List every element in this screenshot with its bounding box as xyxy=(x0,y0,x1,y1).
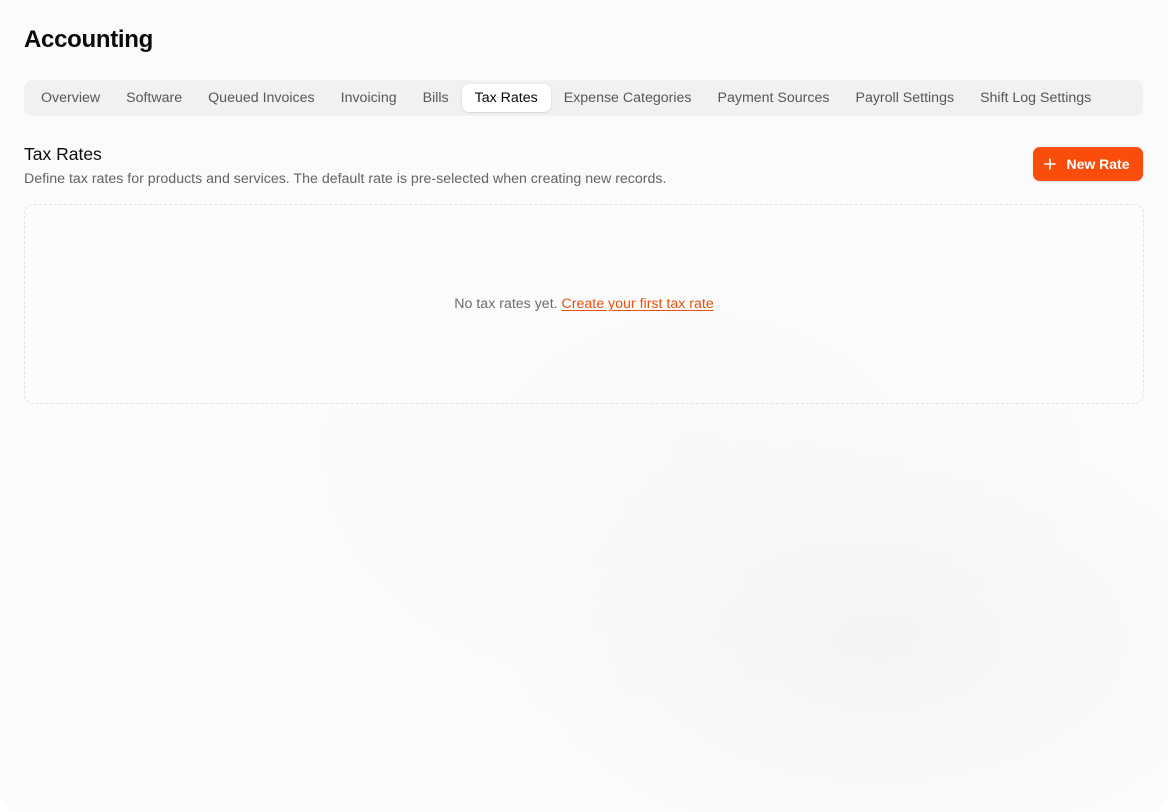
tab-payment-sources[interactable]: Payment Sources xyxy=(705,84,843,112)
tab-expense-categories[interactable]: Expense Categories xyxy=(551,84,705,112)
tab-bar: Overview Software Queued Invoices Invoic… xyxy=(24,80,1143,116)
tab-queued-invoices[interactable]: Queued Invoices xyxy=(195,84,327,112)
plus-icon xyxy=(1044,158,1057,170)
tab-overview[interactable]: Overview xyxy=(28,84,113,112)
tab-software[interactable]: Software xyxy=(113,84,195,112)
tab-bills[interactable]: Bills xyxy=(410,84,462,112)
new-rate-label: New Rate xyxy=(1066,156,1130,172)
tab-shift-log-settings[interactable]: Shift Log Settings xyxy=(967,84,1104,112)
empty-state-text: No tax rates yet. xyxy=(454,296,558,312)
empty-state-message: No tax rates yet. Create your first tax … xyxy=(454,296,713,312)
new-rate-button[interactable]: New Rate xyxy=(1033,147,1143,181)
page-title: Accounting xyxy=(24,26,153,53)
empty-state-card: No tax rates yet. Create your first tax … xyxy=(24,204,1144,404)
tab-payroll-settings[interactable]: Payroll Settings xyxy=(842,84,967,112)
accounting-window: Accounting Overview Software Queued Invo… xyxy=(0,0,1168,812)
section-description: Define tax rates for products and servic… xyxy=(24,171,667,187)
section-title: Tax Rates xyxy=(24,144,102,164)
create-first-tax-rate-link[interactable]: Create your first tax rate xyxy=(562,296,714,312)
tab-invoicing[interactable]: Invoicing xyxy=(328,84,410,112)
tab-tax-rates[interactable]: Tax Rates xyxy=(461,84,551,112)
